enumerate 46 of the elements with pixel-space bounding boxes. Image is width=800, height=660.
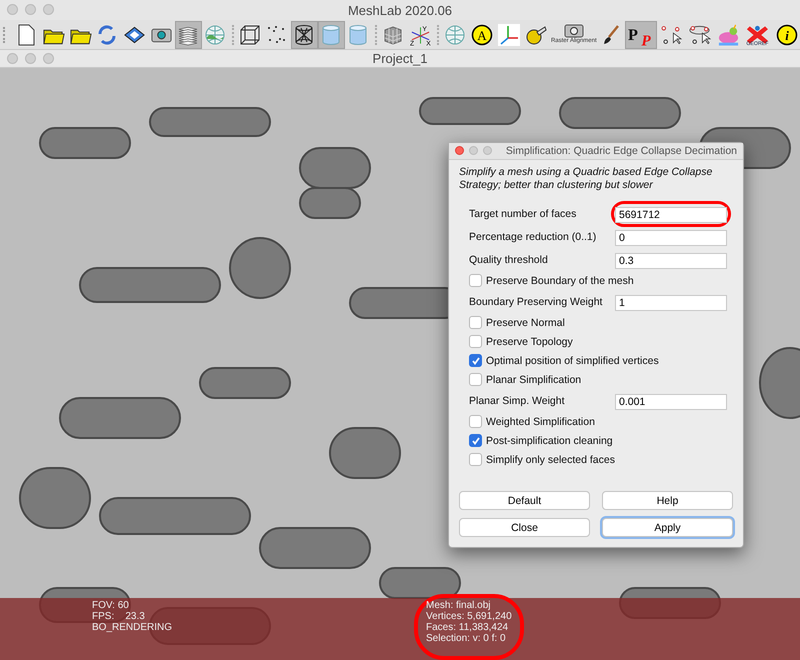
input-field[interactable]: 5691712 xyxy=(615,206,727,222)
checkbox-label: Preserve Normal xyxy=(486,316,565,328)
checkbox-label: Weighted Simplification xyxy=(486,416,595,428)
checkbox-label: Post-simplification cleaning xyxy=(486,434,613,446)
overlay-text: FOV: 60 xyxy=(92,600,130,611)
checkbox[interactable] xyxy=(469,335,482,348)
parameter-label: Boundary Preserving Weight xyxy=(469,296,604,308)
dialog-button[interactable]: Default xyxy=(459,491,590,510)
checkbox-label: Preserve Boundary of the mesh xyxy=(486,274,634,286)
wire-cylinder-tool-button[interactable] xyxy=(290,20,318,48)
close-button[interactable] xyxy=(455,146,464,155)
input-field[interactable]: 1 xyxy=(615,294,727,310)
parameter-label: Percentage reduction (0..1) xyxy=(469,230,598,242)
checkbox[interactable] xyxy=(469,415,482,428)
toolbar-grip[interactable] xyxy=(3,26,7,42)
checkbox[interactable] xyxy=(469,354,482,367)
checkbox-label: Preserve Topology xyxy=(486,336,573,348)
checkbox[interactable] xyxy=(469,316,482,329)
checkbox-label: Optimal position of simplified vertices xyxy=(486,354,659,366)
checkbox-label: Simplify only selected faces xyxy=(486,454,615,466)
overlay-text: FPS: 23.3 xyxy=(92,611,146,622)
parameter-label: Quality threshold xyxy=(469,254,549,266)
parameter-label: Planar Simp. Weight xyxy=(469,394,566,406)
dialog-button[interactable]: Close xyxy=(459,518,590,537)
input-field[interactable]: 0 xyxy=(615,230,727,246)
window-title: MeshLab 2020.06 xyxy=(348,2,452,18)
layers-tool-button[interactable] xyxy=(174,20,202,48)
document-title: Project_1 xyxy=(372,51,428,66)
overlay-text: Mesh: final.obj xyxy=(426,600,492,611)
overlay-text: Faces: 11,383,424 xyxy=(426,622,510,633)
parameter-label: Target number of faces xyxy=(469,208,578,220)
dialog-button[interactable]: Apply xyxy=(602,518,733,537)
overlay-text: Vertices: 5,691,240 xyxy=(426,611,512,622)
overlay-text: Selection: v: 0 f: 0 xyxy=(426,633,507,644)
dialog-description: Simplify a mesh using a Quadric based Edge Collapse Strategy; better than clustering but slower xyxy=(459,166,714,192)
dialog-title: Simplification: Quadric Edge Collapse Decimation xyxy=(506,145,737,157)
checkbox[interactable] xyxy=(469,373,482,386)
input-field[interactable]: 0.3 xyxy=(615,252,727,268)
checkbox[interactable] xyxy=(469,274,482,287)
camera-icon[interactable] xyxy=(562,24,585,38)
overlay-text: BO_RENDERING xyxy=(92,622,172,633)
dialog-button[interactable]: Help xyxy=(602,491,733,510)
checkbox-label: Planar Simplification xyxy=(486,374,582,386)
checkbox[interactable] xyxy=(469,434,482,447)
checkbox[interactable] xyxy=(469,453,482,466)
input-field[interactable]: 0.001 xyxy=(615,394,727,410)
